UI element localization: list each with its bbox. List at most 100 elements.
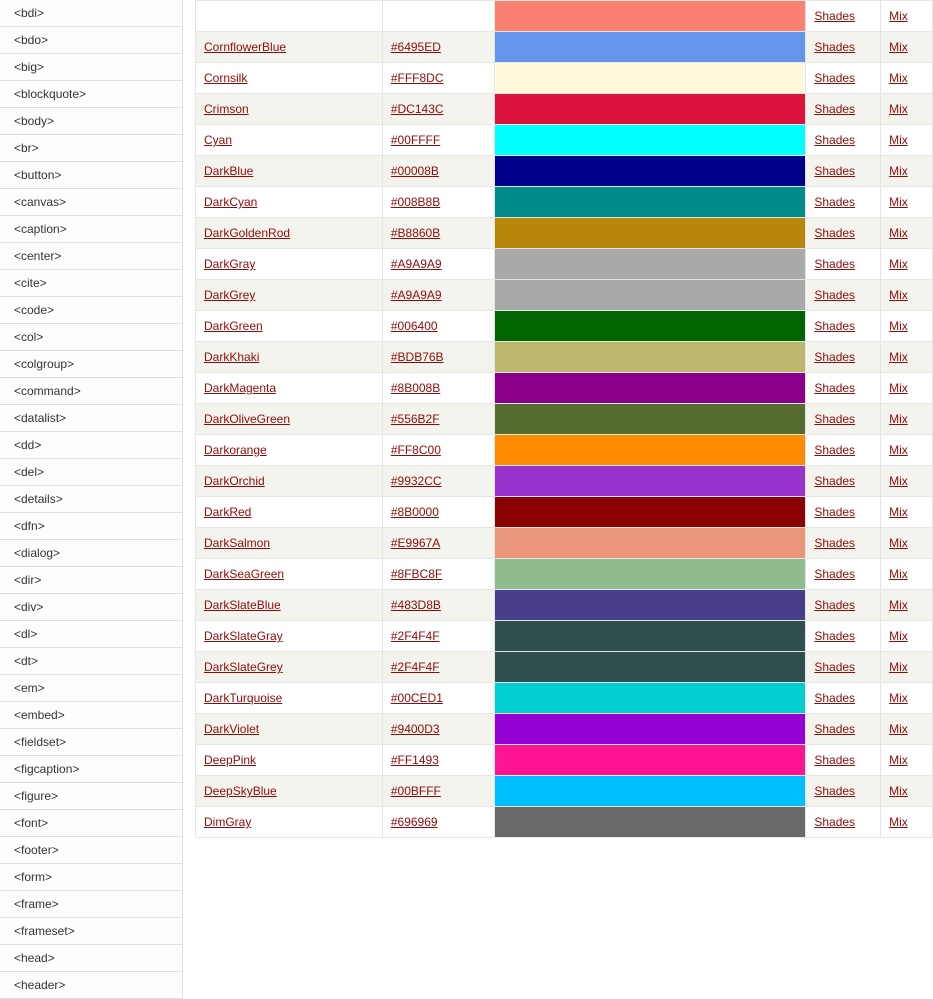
color-name-link[interactable]: DeepPink (204, 753, 256, 767)
sidebar-item[interactable]: <col> (0, 324, 182, 351)
sidebar-item[interactable]: <br> (0, 135, 182, 162)
sidebar-item[interactable]: <header> (0, 972, 182, 999)
sidebar-item[interactable]: <dt> (0, 648, 182, 675)
color-name-link[interactable]: DarkSeaGreen (204, 567, 284, 581)
mix-link[interactable]: Mix (889, 164, 908, 178)
color-hex-link[interactable]: #00BFFF (391, 784, 441, 798)
shades-link[interactable]: Shades (814, 195, 855, 209)
color-hex-link[interactable]: #8B0000 (391, 505, 439, 519)
shades-link[interactable]: Shades (814, 40, 855, 54)
color-hex-link[interactable]: #2F4F4F (391, 629, 440, 643)
color-hex-link[interactable]: #008B8B (391, 195, 440, 209)
mix-link[interactable]: Mix (889, 257, 908, 271)
sidebar-item[interactable]: <colgroup> (0, 351, 182, 378)
color-hex-link[interactable]: #B8860B (391, 226, 440, 240)
mix-link[interactable]: Mix (889, 753, 908, 767)
color-name-link[interactable]: DarkSlateGray (204, 629, 283, 643)
color-name-link[interactable]: Darkorange (204, 443, 267, 457)
mix-link[interactable]: Mix (889, 412, 908, 426)
shades-link[interactable]: Shades (814, 164, 855, 178)
sidebar-item[interactable]: <center> (0, 243, 182, 270)
sidebar-item[interactable]: <big> (0, 54, 182, 81)
mix-link[interactable]: Mix (889, 288, 908, 302)
mix-link[interactable]: Mix (889, 133, 908, 147)
shades-link[interactable]: Shades (814, 815, 855, 829)
shades-link[interactable]: Shades (814, 629, 855, 643)
sidebar-item[interactable]: <caption> (0, 216, 182, 243)
color-hex-link[interactable]: #00CED1 (391, 691, 443, 705)
mix-link[interactable]: Mix (889, 722, 908, 736)
shades-link[interactable]: Shades (814, 381, 855, 395)
shades-link[interactable]: Shades (814, 505, 855, 519)
color-hex-link[interactable]: #8FBC8F (391, 567, 442, 581)
color-hex-link[interactable]: #696969 (391, 815, 438, 829)
sidebar-item[interactable]: <blockquote> (0, 81, 182, 108)
mix-link[interactable]: Mix (889, 598, 908, 612)
color-name-link[interactable]: DarkSalmon (204, 536, 270, 550)
color-hex-link[interactable]: #00008B (391, 164, 439, 178)
color-name-link[interactable]: DeepSkyBlue (204, 784, 277, 798)
color-hex-link[interactable]: #9932CC (391, 474, 442, 488)
mix-link[interactable]: Mix (889, 40, 908, 54)
shades-link[interactable]: Shades (814, 660, 855, 674)
sidebar-item[interactable]: <dir> (0, 567, 182, 594)
sidebar-item[interactable]: <bdi> (0, 0, 182, 27)
sidebar-item[interactable]: <dfn> (0, 513, 182, 540)
sidebar-item[interactable]: <form> (0, 864, 182, 891)
sidebar-item[interactable]: <fieldset> (0, 729, 182, 756)
sidebar-item[interactable]: <cite> (0, 270, 182, 297)
sidebar-item[interactable]: <command> (0, 378, 182, 405)
mix-link[interactable]: Mix (889, 443, 908, 457)
color-name-link[interactable]: DarkGray (204, 257, 255, 271)
shades-link[interactable]: Shades (814, 784, 855, 798)
color-name-link[interactable]: Cornsilk (204, 71, 247, 85)
shades-link[interactable]: Shades (814, 753, 855, 767)
shades-link[interactable]: Shades (814, 474, 855, 488)
mix-link[interactable]: Mix (889, 784, 908, 798)
mix-link[interactable]: Mix (889, 102, 908, 116)
mix-link[interactable]: Mix (889, 226, 908, 240)
color-name-link[interactable]: DarkSlateGrey (204, 660, 283, 674)
sidebar-item[interactable]: <frame> (0, 891, 182, 918)
color-name-link[interactable]: Cyan (204, 133, 232, 147)
color-hex-link[interactable]: #A9A9A9 (391, 257, 442, 271)
color-name-link[interactable]: DarkViolet (204, 722, 259, 736)
color-hex-link[interactable]: #006400 (391, 319, 438, 333)
shades-link[interactable]: Shades (814, 567, 855, 581)
sidebar-item[interactable]: <body> (0, 108, 182, 135)
color-hex-link[interactable]: #FF8C00 (391, 443, 441, 457)
shades-link[interactable]: Shades (814, 133, 855, 147)
sidebar-item[interactable]: <bdo> (0, 27, 182, 54)
color-name-link[interactable]: DarkSlateBlue (204, 598, 281, 612)
mix-link[interactable]: Mix (889, 71, 908, 85)
sidebar-item[interactable]: <font> (0, 810, 182, 837)
color-name-link[interactable]: DarkGreen (204, 319, 263, 333)
color-name-link[interactable]: Crimson (204, 102, 249, 116)
shades-link[interactable]: Shades (814, 288, 855, 302)
shades-link[interactable]: Shades (814, 722, 855, 736)
mix-link[interactable]: Mix (889, 381, 908, 395)
shades-link[interactable]: Shades (814, 71, 855, 85)
sidebar-item[interactable]: <footer> (0, 837, 182, 864)
color-hex-link[interactable]: #2F4F4F (391, 660, 440, 674)
color-name-link[interactable]: DarkTurquoise (204, 691, 282, 705)
color-hex-link[interactable]: #556B2F (391, 412, 440, 426)
color-hex-link[interactable]: #6495ED (391, 40, 441, 54)
sidebar-item[interactable]: <figure> (0, 783, 182, 810)
color-hex-link[interactable]: #BDB76B (391, 350, 444, 364)
sidebar-item[interactable]: <div> (0, 594, 182, 621)
mix-link[interactable]: Mix (889, 815, 908, 829)
sidebar-item[interactable]: <frameset> (0, 918, 182, 945)
mix-link[interactable]: Mix (889, 195, 908, 209)
shades-link[interactable]: Shades (814, 350, 855, 364)
shades-link[interactable]: Shades (814, 102, 855, 116)
mix-link[interactable]: Mix (889, 350, 908, 364)
mix-link[interactable]: Mix (889, 474, 908, 488)
shades-link[interactable]: Shades (814, 443, 855, 457)
shades-link[interactable]: Shades (814, 412, 855, 426)
color-hex-link[interactable]: #8B008B (391, 381, 440, 395)
sidebar-item[interactable]: <figcaption> (0, 756, 182, 783)
sidebar-item[interactable]: <button> (0, 162, 182, 189)
mix-link[interactable]: Mix (889, 505, 908, 519)
mix-link[interactable]: Mix (889, 567, 908, 581)
